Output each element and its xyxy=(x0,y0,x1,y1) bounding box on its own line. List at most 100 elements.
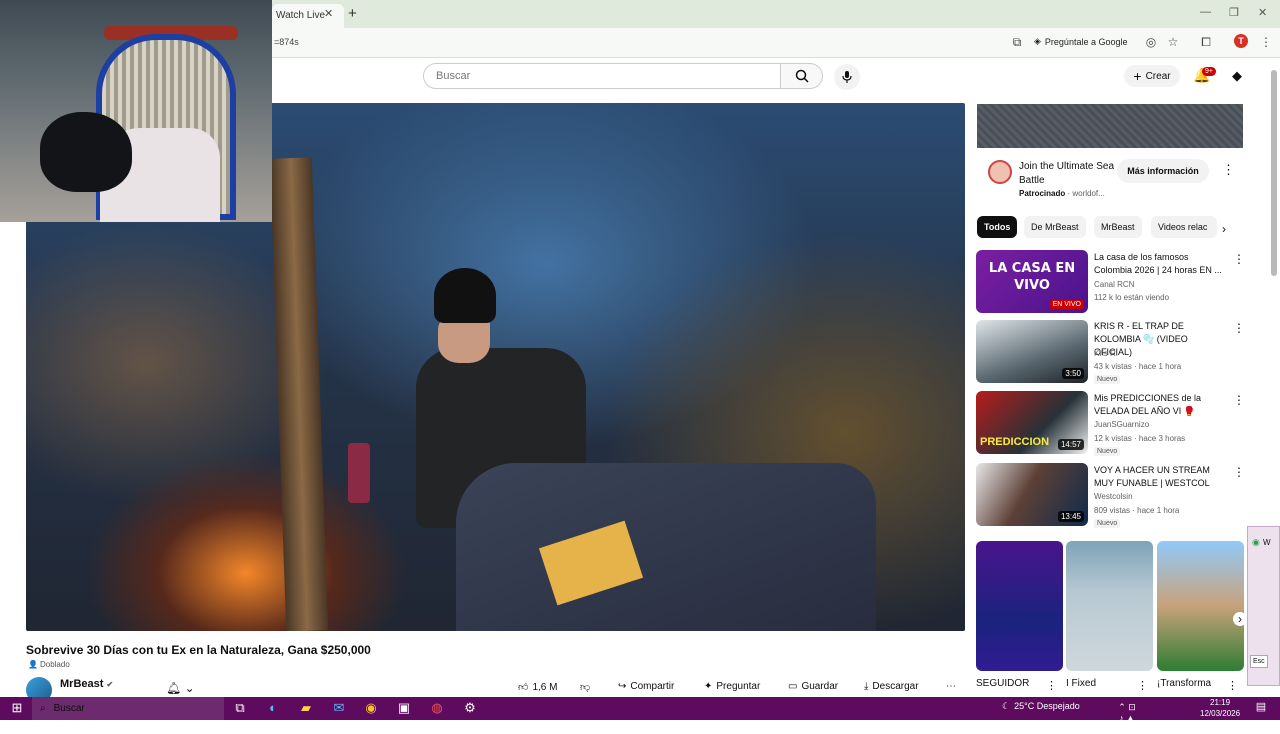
chip-videos-relacionados[interactable]: Videos relac xyxy=(1151,216,1217,238)
like-button[interactable]: 👍︎ 1,6 M xyxy=(518,681,557,694)
rec-channel[interactable]: Westcolsin xyxy=(1094,492,1133,501)
share-button[interactable]: ↪ Compartir xyxy=(618,681,674,692)
subscription-bell-icon[interactable]: 🔔︎ ⌄ xyxy=(166,681,195,695)
ad-title[interactable]: Join the Ultimate Sea Battle xyxy=(1019,160,1119,188)
taskbar-clock[interactable]: 21:19 12/03/2026 xyxy=(1200,697,1240,719)
rec-thumbnail[interactable]: LA CASA EN VIVO EN VIVO xyxy=(976,250,1088,313)
voice-search-button[interactable] xyxy=(834,64,860,90)
notification-center-icon[interactable]: ▤ xyxy=(1252,700,1270,713)
search-button[interactable] xyxy=(781,63,823,89)
short-menu-icon[interactable]: ⋮ xyxy=(1227,679,1238,692)
rec-meta: 12 k vistas · hace 3 horas xyxy=(1094,434,1186,443)
ad-domain: worldof... xyxy=(1072,189,1105,198)
verified-icon: ✔ xyxy=(106,680,114,689)
rec-thumbnail[interactable]: 3:50 xyxy=(976,320,1088,383)
rec-thumbnail[interactable]: PREDICCION 14:57 xyxy=(976,391,1088,454)
new-badge: Nuevo xyxy=(1094,447,1121,456)
new-tab-icon[interactable]: + xyxy=(348,5,357,22)
rec-channel[interactable]: Canal RCN xyxy=(1094,280,1134,289)
more-actions-icon[interactable]: ⋯ xyxy=(946,681,956,692)
clock-date: 12/03/2026 xyxy=(1200,709,1241,718)
taskbar-search[interactable]: ⌕ Buscar xyxy=(32,697,224,720)
short-thumbnail[interactable] xyxy=(976,541,1063,671)
eye-off-icon[interactable]: ◎ xyxy=(1144,35,1158,49)
ad-sponsor-line: Patrocinado · worldof... xyxy=(1019,189,1105,198)
rec-title[interactable]: Mis PREDICCIONES de la VELADA DEL AÑO VI… xyxy=(1094,392,1228,418)
clock-time: 21:19 xyxy=(1210,698,1231,707)
ad-more-info-button[interactable]: Más información xyxy=(1117,159,1209,183)
whatsapp-icon: ◉ xyxy=(1252,537,1260,547)
whatsapp-panel[interactable]: ◉ W Esc xyxy=(1247,526,1280,686)
rec-menu-icon[interactable]: ⋮ xyxy=(1233,393,1245,407)
chevron-right-icon[interactable]: › xyxy=(1222,222,1226,236)
short-title[interactable]: SEGUIDOR xyxy=(976,678,1029,689)
rec-title[interactable]: VOY A HACER UN STREAM MUY FUNABLE | WEST… xyxy=(1094,464,1228,490)
shorts-next-icon[interactable]: › xyxy=(1233,612,1247,626)
minimize-icon[interactable]: — xyxy=(1200,6,1211,18)
chip-mrbeast[interactable]: MrBeast xyxy=(1094,216,1142,238)
duration-badge: 13:45 xyxy=(1057,511,1084,522)
thumbnail-text: PREDICCION xyxy=(980,436,1050,448)
rec-menu-icon[interactable]: ⋮ xyxy=(1233,321,1245,335)
bookmark-star-icon[interactable]: ☆ xyxy=(1166,35,1180,49)
mail-icon[interactable]: ✉ xyxy=(330,700,348,716)
save-button[interactable]: ▭ Guardar xyxy=(788,681,838,692)
chip-todos[interactable]: Todos xyxy=(977,216,1018,238)
video-title: Sobrevive 30 Días con tu Ex en la Natura… xyxy=(26,643,371,657)
ask-button[interactable]: ✦ Preguntar xyxy=(704,681,760,692)
close-tab-icon[interactable]: ✕ xyxy=(324,7,333,20)
short-thumbnail[interactable] xyxy=(1066,541,1153,671)
create-button[interactable]: + Crear xyxy=(1124,65,1180,87)
page-scrollbar[interactable] xyxy=(1271,70,1277,276)
store-icon[interactable]: ▣ xyxy=(395,700,413,716)
short-title[interactable]: I Fixed xyxy=(1066,678,1096,689)
tab-title: Watch Live xyxy=(276,10,326,21)
short-title[interactable]: ¡Transforma xyxy=(1157,678,1211,689)
install-app-icon[interactable]: ⧉ xyxy=(1010,35,1024,49)
settings-gear-icon[interactable]: ⚙ xyxy=(461,700,479,716)
tray-icons[interactable]: ⌃ ⊡ ♪ ▲ ▮ xyxy=(1118,702,1136,734)
ad-banner[interactable] xyxy=(977,104,1243,148)
short-menu-icon[interactable]: ⋮ xyxy=(1137,679,1148,692)
chrome-icon[interactable]: ◉ xyxy=(362,700,380,716)
url-text[interactable]: =874s xyxy=(274,37,299,47)
ask-google-button[interactable]: ◈ Pregúntale a Google xyxy=(1034,36,1127,47)
rec-meta: 43 k vistas · hace 1 hora xyxy=(1094,362,1182,371)
short-menu-icon[interactable]: ⋮ xyxy=(1046,679,1057,692)
rec-menu-icon[interactable]: ⋮ xyxy=(1233,465,1245,479)
restore-icon[interactable]: ❐ xyxy=(1229,6,1239,19)
start-windows-icon[interactable]: ⊞ xyxy=(8,700,26,716)
chip-de-mrbeast[interactable]: De MrBeast xyxy=(1024,216,1086,238)
rec-channel[interactable]: JuanSGuarnizo xyxy=(1094,420,1149,429)
thumbs-down-icon[interactable]: 👎︎ xyxy=(580,681,590,693)
weather-moon-icon: ☾ xyxy=(1002,701,1011,711)
search-input[interactable]: Buscar xyxy=(423,63,781,89)
edge-icon[interactable]: ◐ xyxy=(264,700,282,715)
task-view-icon[interactable]: ⧉ xyxy=(231,700,249,716)
rec-menu-icon[interactable]: ⋮ xyxy=(1233,252,1245,266)
profile-avatar[interactable]: T xyxy=(1234,34,1248,48)
download-label: Descargar xyxy=(872,681,919,692)
weather-widget[interactable]: ☾ 25°C Despejado xyxy=(1002,701,1080,712)
ask-google-label: Pregúntale a Google xyxy=(1044,36,1128,47)
channel-name-text: MrBeast xyxy=(60,678,104,690)
rec-channel[interactable]: Kris R. xyxy=(1094,349,1118,358)
close-window-icon[interactable]: ✕ xyxy=(1258,6,1267,19)
dubbed-label: 👤 Doblado xyxy=(28,660,70,669)
file-explorer-icon[interactable]: ▰ xyxy=(297,700,315,716)
channel-name[interactable]: MrBeast ✔ xyxy=(60,678,113,690)
person-beanie xyxy=(434,268,496,323)
rec-thumbnail[interactable]: 13:45 xyxy=(976,463,1088,526)
whatsapp-escape-button[interactable]: Esc xyxy=(1250,655,1268,668)
account-avatar-icon[interactable]: ◆ xyxy=(1232,68,1242,84)
taskbar-search-label: Buscar xyxy=(53,703,85,714)
short-thumbnail[interactable] xyxy=(1157,541,1244,671)
rec-title[interactable]: La casa de los famosos Colombia 2026 | 2… xyxy=(1094,251,1228,277)
new-badge: Nuevo xyxy=(1094,519,1121,528)
extensions-icon[interactable]: ⧠ xyxy=(1199,35,1213,49)
download-button[interactable]: ⤓ Descargar xyxy=(864,681,919,692)
ad-menu-icon[interactable]: ⋮ xyxy=(1222,162,1235,178)
browser-menu-icon[interactable]: ⋮ xyxy=(1259,35,1273,49)
thumbnail-text: LA CASA EN VIVO xyxy=(988,261,1076,293)
obs-icon[interactable]: ◍ xyxy=(428,700,446,716)
